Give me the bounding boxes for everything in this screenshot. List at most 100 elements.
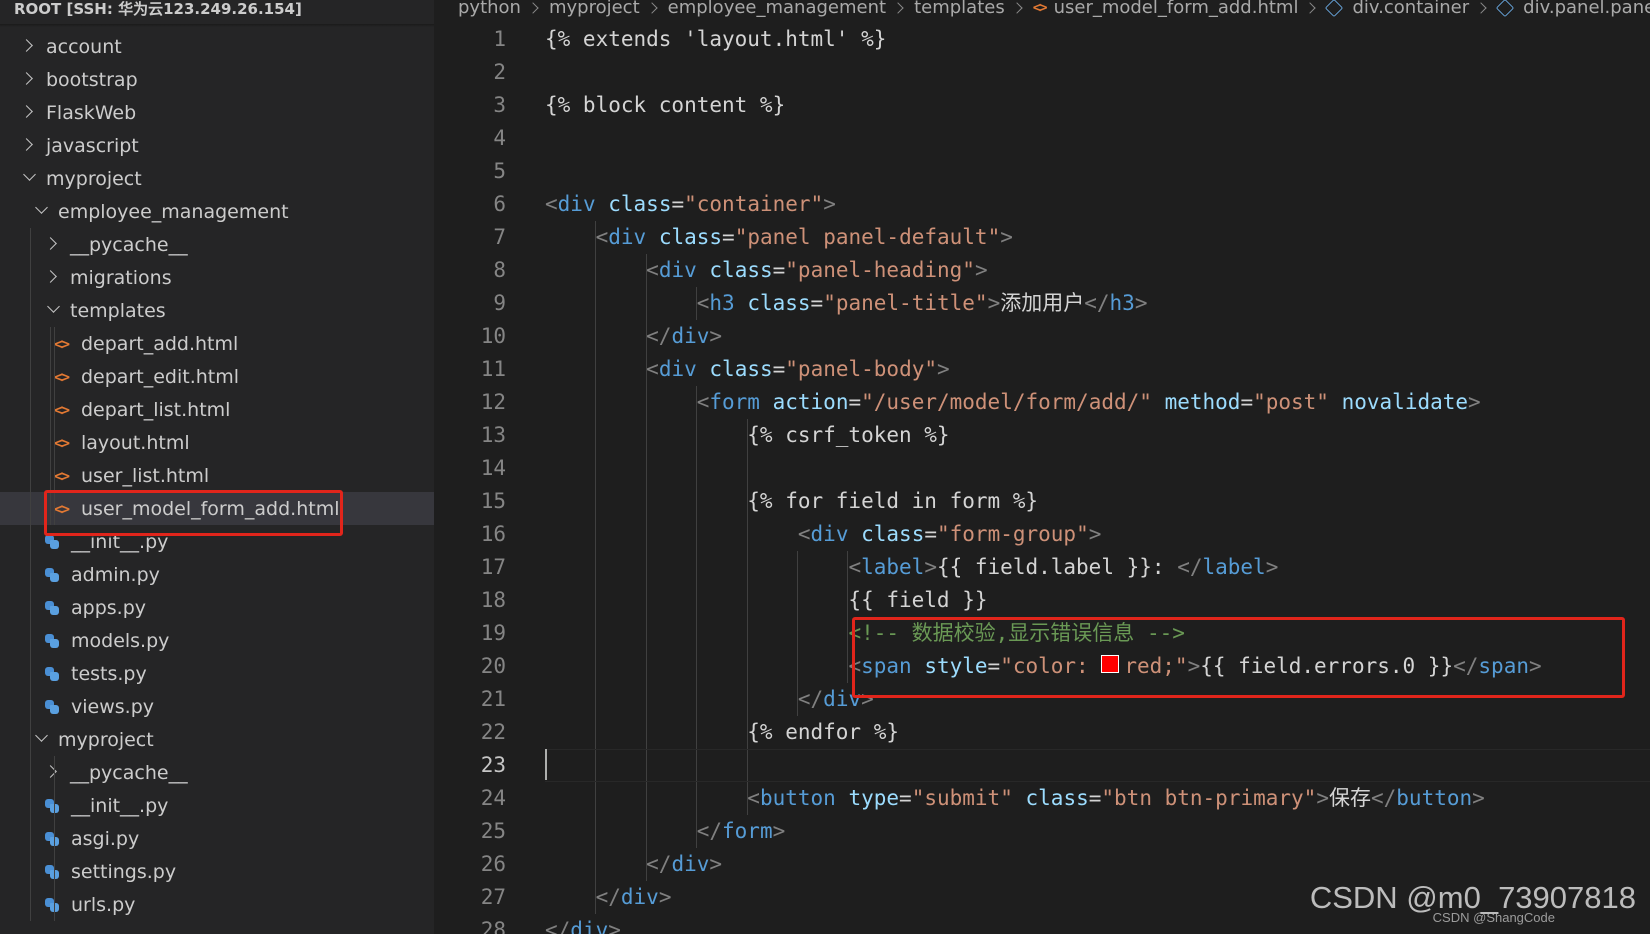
code-token-punc: < <box>696 390 710 414</box>
file-item-tests-py[interactable]: tests.py <box>0 657 434 690</box>
python-file-icon <box>44 567 60 583</box>
file-item-depart-edit-html[interactable]: <> depart_edit.html <box>0 360 434 393</box>
folder-item-employee-management[interactable]: employee_management <box>0 195 434 228</box>
file-item-user-list-html[interactable]: <> user_list.html <box>0 459 434 492</box>
code-token-attr: class <box>658 225 723 249</box>
chevron-right-icon[interactable] <box>22 103 36 122</box>
file-item-asgi-py[interactable]: asgi.py <box>0 822 434 855</box>
chevron-right-icon[interactable] <box>22 136 36 155</box>
chevron-down-icon[interactable] <box>34 730 48 749</box>
code-token-str: "submit" <box>911 786 1013 810</box>
code-token-attr: class <box>709 357 773 381</box>
line-number: 16 <box>480 522 506 546</box>
code-token-attr: class <box>709 258 773 282</box>
line-content: {% extends 'layout.html' %} <box>545 23 886 56</box>
breadcrumb-item[interactable]: templates <box>914 0 1005 22</box>
chevron-down-icon[interactable] <box>34 202 48 221</box>
folder-item-migrations[interactable]: migrations <box>0 261 434 294</box>
folder-item-pycache[interactable]: __pycache__ <box>0 228 434 261</box>
folder-item-pycache[interactable]: __pycache__ <box>0 756 434 789</box>
chevron-right-icon[interactable] <box>46 268 60 287</box>
breadcrumb-item[interactable]: div.panel.panel-defa <box>1523 0 1650 22</box>
line-number: 13 <box>480 423 506 447</box>
code-line: 26 </div> <box>434 848 1650 881</box>
file-item-depart-list-html[interactable]: <> depart_list.html <box>0 393 434 426</box>
code-token-text: {{ field }} <box>545 588 988 612</box>
file-item-urls-py[interactable]: urls.py <box>0 888 434 921</box>
file-item-settings-py[interactable]: settings.py <box>0 855 434 888</box>
file-item-models-py[interactable]: models.py <box>0 624 434 657</box>
file-item-views-py[interactable]: views.py <box>0 690 434 723</box>
line-number: 18 <box>480 588 506 612</box>
code-token-punc: < <box>696 291 710 315</box>
code-token-punc: > <box>1472 786 1485 810</box>
file-item-layout-html[interactable]: <> layout.html <box>0 426 434 459</box>
line-number: 9 <box>493 291 506 315</box>
chevron-right-icon[interactable] <box>22 70 36 89</box>
code-token-punc: < <box>545 192 558 216</box>
code-editor: python myproject employee_management templa… <box>434 0 1650 934</box>
tree-item-label: apps.py <box>71 596 147 619</box>
file-item-apps-py[interactable]: apps.py <box>0 591 434 624</box>
chevron-right-icon[interactable] <box>46 763 60 782</box>
file-item-admin-py[interactable]: admin.py <box>0 558 434 591</box>
line-number: 7 <box>493 225 506 249</box>
file-item-depart-add-html[interactable]: <> depart_add.html <box>0 327 434 360</box>
folder-item-flaskweb[interactable]: FlaskWeb <box>0 96 434 129</box>
code-token-punc: < <box>595 225 609 249</box>
chevron-right-icon[interactable] <box>46 235 60 254</box>
html-file-icon: <> <box>54 334 70 353</box>
folder-item-myproject[interactable]: myproject <box>0 723 434 756</box>
breadcrumb-separator-icon <box>527 2 539 14</box>
code-token-tag: button <box>759 786 836 810</box>
breadcrumb-item[interactable]: div.container <box>1352 0 1469 22</box>
folder-item-javascript[interactable]: javascript <box>0 129 434 162</box>
breadcrumb-item[interactable]: employee_management <box>668 0 886 22</box>
line-number: 4 <box>493 126 506 150</box>
line-number: 12 <box>480 390 506 414</box>
line-number: 10 <box>480 324 506 348</box>
breadcrumb-separator-icon <box>892 2 904 14</box>
chevron-down-icon[interactable] <box>46 301 60 320</box>
chevron-right-icon[interactable] <box>22 37 36 56</box>
code-token-text: = <box>810 291 824 315</box>
file-item-init-py[interactable]: __init__.py <box>0 789 434 822</box>
line-content: <h3 class="panel-title">添加用户</h3> <box>545 287 1148 320</box>
code-token-tag: div <box>671 852 710 876</box>
python-file-icon <box>44 699 60 715</box>
tree-indent-guide <box>30 228 31 921</box>
code-token-punc: </ <box>1370 786 1397 810</box>
line-content: </div> <box>545 914 621 934</box>
breadcrumb-item[interactable]: python <box>458 0 521 22</box>
line-number: 21 <box>480 687 506 711</box>
code-token-text: = <box>1240 390 1254 414</box>
explorer-root-title[interactable]: ROOT [SSH: 华为云123.249.26.154] <box>14 0 302 21</box>
folder-item-myproject[interactable]: myproject <box>0 162 434 195</box>
chevron-down-icon[interactable] <box>22 169 36 188</box>
file-explorer: ROOT [SSH: 华为云123.249.26.154] account boo… <box>0 0 434 934</box>
breadcrumb-item[interactable]: user_model_form_add.html <box>1054 0 1299 22</box>
folder-item-bootstrap[interactable]: bootstrap <box>0 63 434 96</box>
html-file-icon: <> <box>54 466 70 485</box>
breadcrumb: python myproject employee_management templa… <box>458 0 1650 22</box>
code-token-tag: label <box>1202 555 1266 579</box>
code-token-text: {% endfor %} <box>545 720 900 744</box>
folder-item-templates[interactable]: templates <box>0 294 434 327</box>
code-token-attr: class <box>1025 786 1089 810</box>
breadcrumb-item[interactable]: myproject <box>549 0 640 22</box>
code-token-attr: method <box>1164 390 1241 414</box>
code-token-text: = <box>1088 786 1102 810</box>
folder-item-account[interactable]: account <box>0 30 434 63</box>
code-token-text: 添加用户 <box>1000 291 1085 315</box>
html-file-icon: <> <box>54 400 70 419</box>
line-content: {% for field in form %} <box>545 485 1038 518</box>
